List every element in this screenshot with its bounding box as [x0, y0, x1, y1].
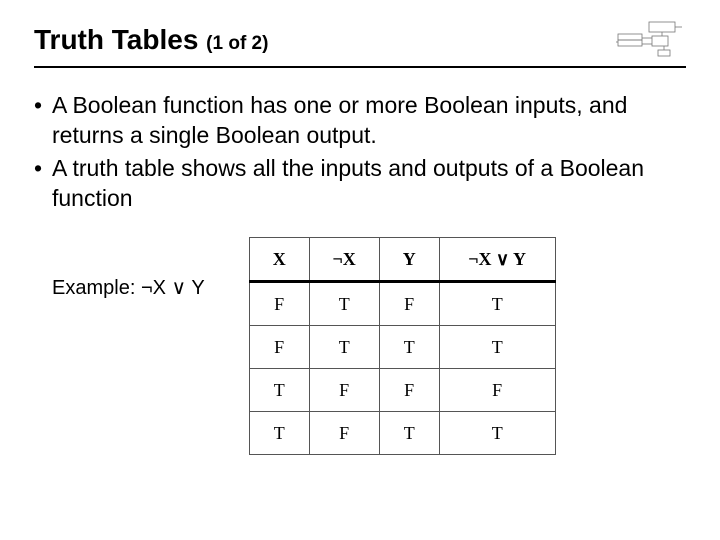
cell-result: T: [439, 412, 555, 455]
cell-result: T: [439, 326, 555, 369]
example-label: Example: ¬X ∨ Y: [52, 275, 205, 300]
title-row: Truth Tables (1 of 2): [34, 20, 686, 68]
cpu-diagram-icon: [616, 20, 684, 60]
cell-notx: T: [309, 326, 379, 369]
cell-x: F: [249, 282, 309, 326]
col-header-x: X: [249, 238, 309, 282]
cell-x: T: [249, 412, 309, 455]
cell-y: F: [379, 282, 439, 326]
cell-y: T: [379, 412, 439, 455]
cell-y: T: [379, 326, 439, 369]
slide: Truth Tables (1 of 2) A Boolean function…: [0, 0, 720, 455]
bullet-item: A truth table shows all the inputs and o…: [52, 153, 686, 214]
title-main: Truth Tables: [34, 24, 198, 55]
example-expression: ¬X ∨ Y: [141, 277, 205, 299]
cell-notx: F: [309, 412, 379, 455]
table-header-row: X ¬X Y ¬X ∨ Y: [249, 238, 555, 282]
truth-table: X ¬X Y ¬X ∨ Y F T F T F T T T: [249, 237, 556, 455]
bullet-item: A Boolean function has one or more Boole…: [52, 90, 686, 151]
cell-result: F: [439, 369, 555, 412]
cell-result: T: [439, 282, 555, 326]
col-header-notx: ¬X: [309, 238, 379, 282]
cell-notx: T: [309, 282, 379, 326]
bullet-list: A Boolean function has one or more Boole…: [34, 90, 686, 213]
table-row: T F T T: [249, 412, 555, 455]
table-row: F T T T: [249, 326, 555, 369]
table-row: T F F F: [249, 369, 555, 412]
col-header-y: Y: [379, 238, 439, 282]
cell-x: F: [249, 326, 309, 369]
slide-title: Truth Tables (1 of 2): [34, 24, 268, 56]
title-sub: (1 of 2): [206, 33, 268, 54]
example-prefix: Example:: [52, 277, 141, 299]
cell-y: F: [379, 369, 439, 412]
cell-x: T: [249, 369, 309, 412]
cell-notx: F: [309, 369, 379, 412]
example-row: Example: ¬X ∨ Y X ¬X Y ¬X ∨ Y F T F T: [34, 237, 686, 455]
col-header-result: ¬X ∨ Y: [439, 238, 555, 282]
table-row: F T F T: [249, 282, 555, 326]
